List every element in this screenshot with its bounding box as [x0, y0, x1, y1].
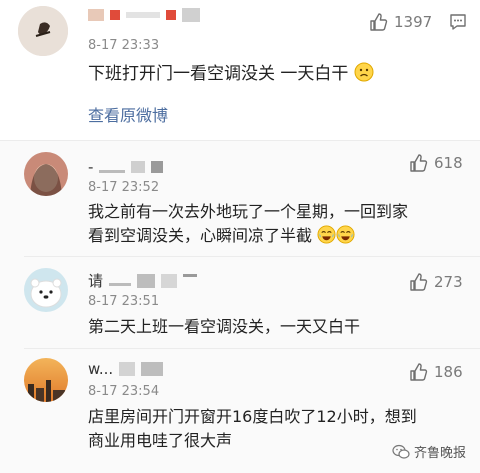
username-redacted[interactable]: w...	[88, 360, 164, 378]
reply-time: 8-17 23:51	[88, 294, 160, 309]
reply-item: 请 8-17 23:51 273 第二天上班一看空调没关，一天又白干	[0, 256, 480, 348]
laugh-cry-icon	[317, 225, 336, 244]
thumbs-up-icon	[410, 273, 428, 291]
reply-text: 第二天上班一看空调没关，一天又白干	[88, 317, 361, 336]
avatar[interactable]	[24, 152, 68, 196]
top-comment: 8-17 23:33 1397 下班打开门一看空调没关 一天白干 查看原微博	[0, 0, 480, 140]
username-redacted[interactable]	[88, 8, 200, 22]
thumbs-up-icon	[370, 13, 388, 31]
avatar-image	[24, 268, 68, 312]
like-button[interactable]: 186	[408, 362, 463, 382]
reply-button[interactable]	[448, 12, 468, 36]
avatar[interactable]	[18, 6, 68, 56]
reply-text: 店里房间开门开窗开16度白吹了12小时，想到 商业用电哇了很大声	[88, 407, 417, 450]
thumbs-up-icon	[410, 154, 428, 172]
username-redacted[interactable]: -	[88, 158, 164, 176]
like-count: 1397	[394, 13, 433, 31]
wechat-icon	[392, 444, 410, 459]
comment-time: 8-17 23:33	[88, 38, 160, 53]
username-redacted[interactable]: 请	[88, 270, 198, 291]
avatar-image	[24, 152, 68, 196]
like-count: 273	[434, 273, 463, 291]
avatar[interactable]	[24, 268, 68, 312]
like-button[interactable]: 1397	[368, 12, 432, 32]
reply-text: 我之前有一次去外地玩了一个星期，一回到家 看到空调没关，心瞬间凉了半截	[88, 202, 409, 245]
watermark: 齐鲁晚报	[392, 442, 466, 461]
like-button[interactable]: 618	[408, 153, 463, 173]
worried-face-icon	[354, 62, 374, 82]
like-count: 186	[434, 363, 463, 381]
thumbs-up-icon	[410, 363, 428, 381]
avatar[interactable]	[24, 358, 68, 402]
like-button[interactable]: 273	[408, 272, 463, 292]
comment-text: 下班打开门一看空调没关 一天白干	[88, 62, 374, 86]
reply-time: 8-17 23:52	[88, 180, 160, 195]
view-original-link[interactable]: 查看原微博	[88, 102, 168, 126]
chat-bubble-icon	[450, 14, 466, 30]
laugh-cry-icon	[336, 225, 355, 244]
like-count: 618	[434, 154, 463, 172]
avatar-image	[24, 358, 68, 402]
reply-time: 8-17 23:54	[88, 384, 160, 399]
avatar-image	[18, 6, 68, 56]
reply-item: - 8-17 23:52 618 我之前有一次去外地玩了一个星期，一回到家 看到…	[0, 140, 480, 256]
